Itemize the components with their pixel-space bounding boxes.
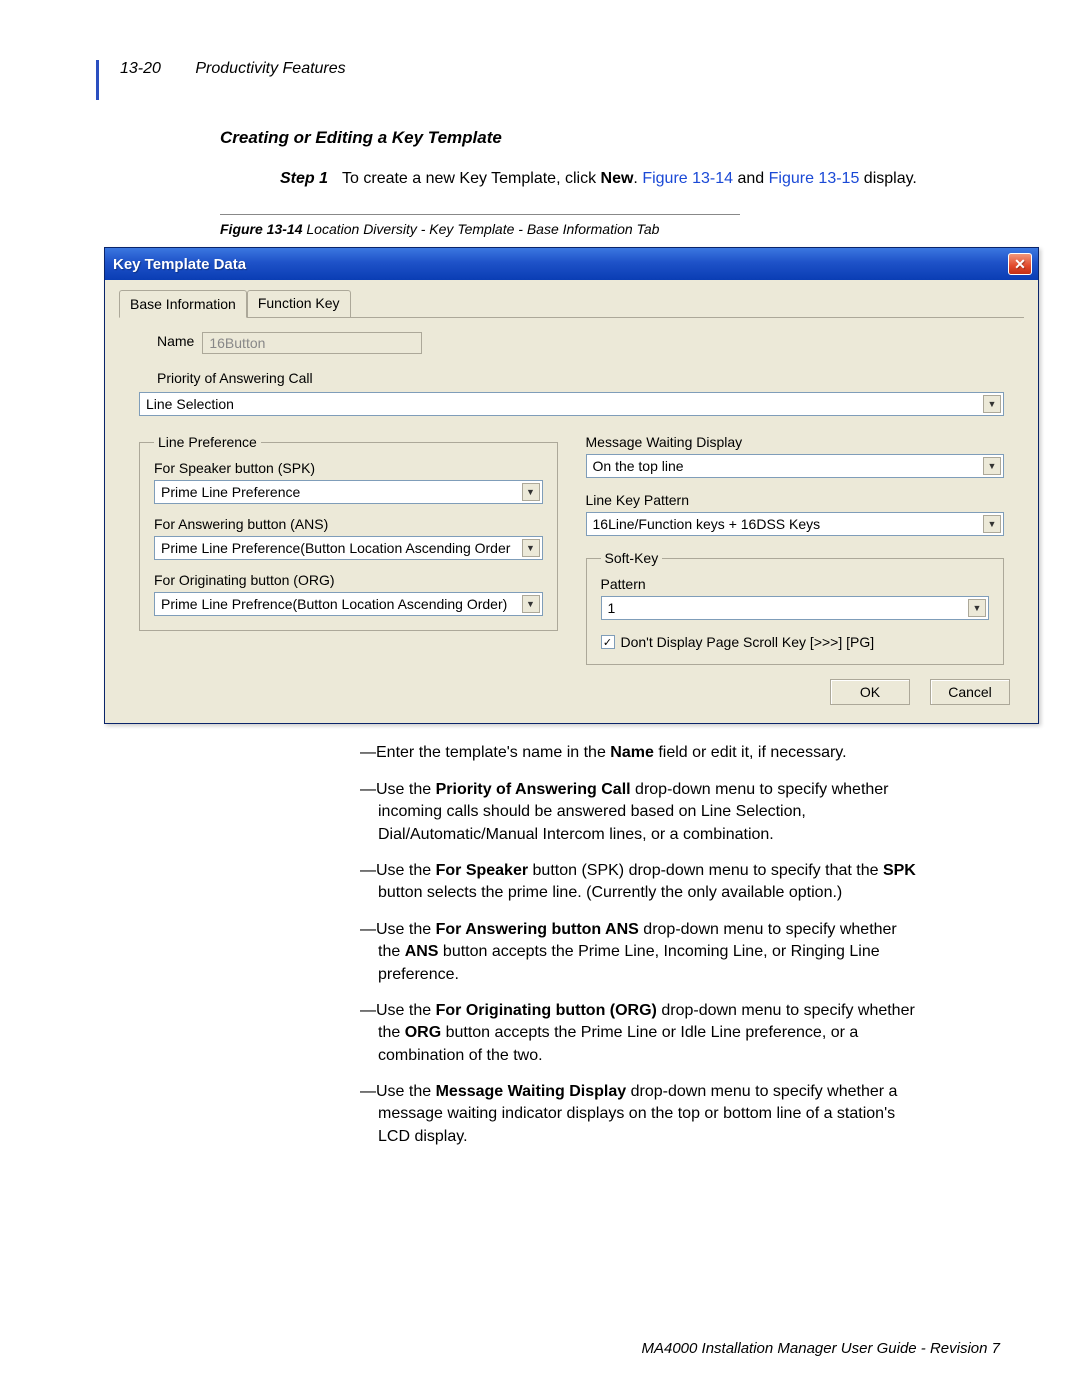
figure-link-13-14[interactable]: Figure 13-14 [642,170,733,187]
lkp-dropdown[interactable]: 16Line/Function keys + 16DSS Keys ▼ [586,512,1005,536]
chevron-down-icon: ▼ [968,599,986,617]
page-header: 13-20 Productivity Features [100,60,1000,78]
spk-dropdown[interactable]: Prime Line Preference ▼ [154,480,543,504]
left-margin-rule [96,60,99,100]
dialog-titlebar[interactable]: Key Template Data ✕ [105,248,1038,280]
list-item: —Use the Priority of Answering Call drop… [360,779,920,846]
msg-label: Message Waiting Display [586,434,1005,450]
soft-key-group: Soft-Key Pattern 1 ▼ ✓ Don't Display Pag… [586,550,1005,665]
line-preference-group: Line Preference For Speaker button (SPK)… [139,434,558,631]
list-item: —Enter the template's name in the Name f… [360,742,920,764]
figure-caption: Figure 13-14 Location Diversity - Key Te… [220,221,1000,237]
chevron-down-icon: ▼ [522,483,540,501]
close-icon[interactable]: ✕ [1008,253,1032,275]
tab-base-information[interactable]: Base Information [119,290,247,318]
org-label: For Originating button (ORG) [154,572,543,588]
ans-dropdown[interactable]: Prime Line Preference(Button Location As… [154,536,543,560]
list-item: —Use the For Originating button (ORG) dr… [360,1000,920,1067]
chevron-down-icon: ▼ [983,515,1001,533]
tab-function-key[interactable]: Function Key [247,290,351,317]
step-1: Step 1 To create a new Key Template, cli… [280,168,1000,190]
page-number: 13-20 [120,60,161,77]
list-item: —Use the For Speaker button (SPK) drop-d… [360,860,920,905]
instruction-list: —Enter the template's name in the Name f… [360,742,920,1148]
step-label: Step 1 [280,168,328,190]
list-item: —Use the For Answering button ANS drop-d… [360,919,920,986]
figure-link-13-15[interactable]: Figure 13-15 [769,170,860,187]
pattern-dropdown[interactable]: 1 ▼ [601,596,990,620]
msg-dropdown[interactable]: On the top line ▼ [586,454,1005,478]
pattern-label: Pattern [601,576,990,592]
chevron-down-icon: ▼ [983,395,1001,413]
soft-key-legend: Soft-Key [601,550,663,566]
ans-label: For Answering button (ANS) [154,516,543,532]
chapter-title: Productivity Features [195,60,345,77]
key-template-dialog: Key Template Data ✕ Base Information Fun… [104,247,1039,724]
line-preference-legend: Line Preference [154,434,261,450]
chevron-down-icon: ▼ [522,595,540,613]
page-footer: MA4000 Installation Manager User Guide -… [641,1340,1000,1357]
org-dropdown[interactable]: Prime Line Prefrence(Button Location Asc… [154,592,543,616]
step-text: To create a new Key Template, click New.… [342,168,917,190]
page-scroll-checkbox[interactable]: ✓ [601,635,615,649]
figure-caption-rule [220,214,740,215]
chevron-down-icon: ▼ [522,539,540,557]
priority-dropdown[interactable]: Line Selection ▼ [139,392,1004,416]
name-label: Name [157,333,194,349]
dialog-tabs: Base Information Function Key [119,290,1024,318]
cancel-button[interactable]: Cancel [930,679,1010,705]
dialog-title: Key Template Data [113,256,246,273]
lkp-label: Line Key Pattern [586,492,1005,508]
list-item: —Use the Message Waiting Display drop-do… [360,1081,920,1148]
chevron-down-icon: ▼ [983,457,1001,475]
page-scroll-label: Don't Display Page Scroll Key [>>>] [PG] [621,634,875,650]
ok-button[interactable]: OK [830,679,910,705]
priority-label: Priority of Answering Call [157,370,1014,386]
spk-label: For Speaker button (SPK) [154,460,543,476]
section-title: Creating or Editing a Key Template [220,128,1000,148]
name-input[interactable]: 16Button [202,332,422,354]
